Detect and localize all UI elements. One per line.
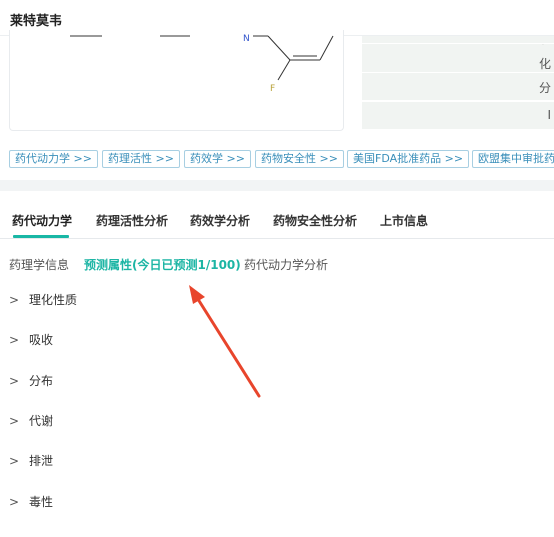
section-label: 理化性质 xyxy=(29,293,78,307)
section-label: 分布 xyxy=(29,374,54,388)
property-row: 化 xyxy=(362,45,554,73)
tag-drug-safety[interactable]: 药物安全性 >> xyxy=(255,150,344,168)
section-label: 排泄 xyxy=(29,454,54,468)
tag-fda-approved[interactable]: 美国FDA批准药品 >> xyxy=(347,150,470,168)
property-row-label: 分 xyxy=(538,81,551,95)
tag-pharmacodynamics[interactable]: 药效学 >> xyxy=(184,150,251,168)
section-label: 吸收 xyxy=(29,333,54,347)
chevron-right-icon: > xyxy=(9,454,20,468)
chevron-right-icon: > xyxy=(9,374,20,388)
subtab-pk-analysis[interactable]: 药代动力学分析 xyxy=(244,256,328,273)
property-row: I xyxy=(362,102,554,130)
tab-pharmacokinetics[interactable]: 药代动力学 xyxy=(12,212,72,229)
property-row-spacer xyxy=(362,43,554,44)
chemical-structure-card: N F xyxy=(9,30,344,131)
sub-tab-bar: 药理学信息 预测属性(今日已预测1/100) 药代动力学分析 xyxy=(0,256,554,274)
atom-n-label: N xyxy=(243,34,250,44)
section-metabolism[interactable]: > 代谢 xyxy=(9,412,53,432)
subtab-pharmacology-info[interactable]: 药理学信息 xyxy=(9,256,69,273)
section-label: 毒性 xyxy=(29,495,54,509)
tab-drug-safety-analysis[interactable]: 药物安全性分析 xyxy=(273,212,357,229)
chevron-right-icon: > xyxy=(9,414,20,428)
property-row-label: 化 xyxy=(538,57,551,71)
section-absorption[interactable]: > 吸收 xyxy=(9,331,53,351)
chevron-right-icon: > xyxy=(9,495,20,509)
section-label: 代谢 xyxy=(29,414,54,428)
tab-pharmacodynamics-analysis[interactable]: 药效学分析 xyxy=(190,212,250,229)
property-row-label: I xyxy=(547,108,551,122)
drug-title: 莱特莫韦 xyxy=(10,14,63,29)
tab-marketing-info[interactable]: 上市信息 xyxy=(380,212,428,229)
chevron-right-icon: > xyxy=(9,333,20,347)
main-tab-bar: 药代动力学 药理活性分析 药效学分析 药物安全性分析 上市信息 xyxy=(0,199,554,239)
chemical-structure-drawing: N F xyxy=(70,34,334,94)
tag-pharmacological-activity[interactable]: 药理活性 >> xyxy=(102,150,180,168)
subtab-predicted-properties[interactable]: 预测属性(今日已预测1/100) xyxy=(84,256,241,273)
section-toxicity[interactable]: > 毒性 xyxy=(9,493,53,513)
tab-pharmacological-activity-analysis[interactable]: 药理活性分析 xyxy=(96,212,168,229)
tag-pharmacokinetics[interactable]: 药代动力学 >> xyxy=(9,150,98,168)
section-distribution[interactable]: > 分布 xyxy=(9,372,53,392)
properties-panel: 化 化 分 I xyxy=(362,36,554,131)
category-tag-bar: 药代动力学 >> 药理活性 >> 药效学 >> 药物安全性 >> 美国FDA批准… xyxy=(9,150,554,168)
chevron-right-icon: > xyxy=(9,293,20,307)
section-physicochemical[interactable]: > 理化性质 xyxy=(9,291,77,311)
atom-f-label: F xyxy=(270,84,275,94)
active-tab-indicator xyxy=(13,235,69,238)
property-row: 分 xyxy=(362,73,554,101)
section-divider xyxy=(0,180,554,191)
tag-eu-centralized[interactable]: 欧盟集中审批药 xyxy=(472,150,554,168)
section-excretion[interactable]: > 排泄 xyxy=(9,452,53,472)
